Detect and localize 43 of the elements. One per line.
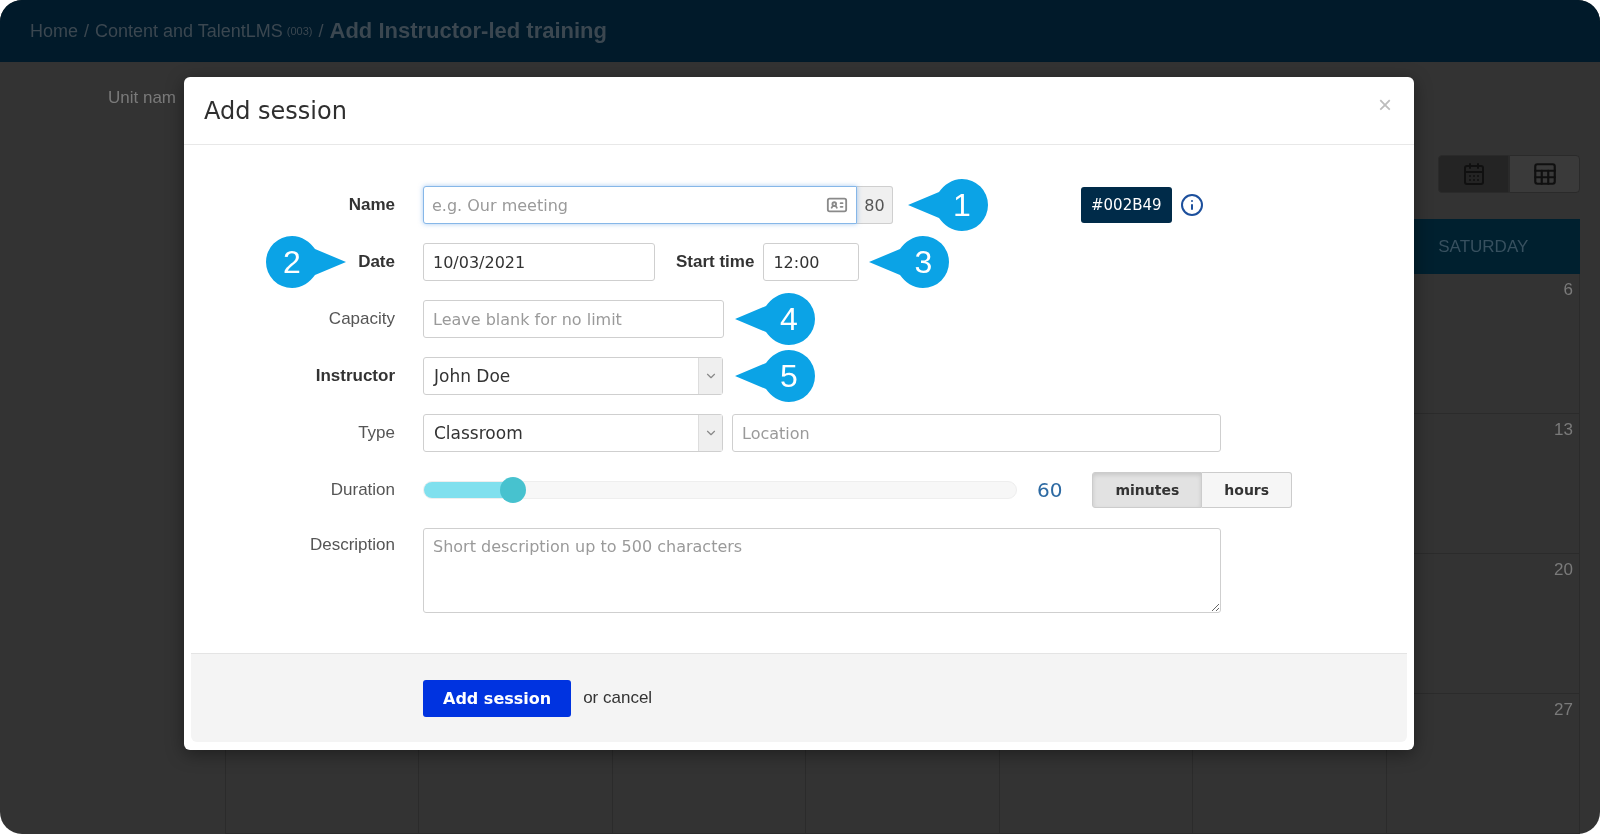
- name-input[interactable]: e.g. Our meeting: [423, 186, 857, 224]
- breadcrumb-note: (003): [286, 25, 313, 37]
- breadcrumb-separator: /: [84, 20, 90, 42]
- color-swatch[interactable]: #002B49: [1081, 187, 1172, 223]
- day-number: 6: [1563, 280, 1573, 301]
- unit-toggle[interactable]: hours: [1202, 472, 1293, 508]
- time-input[interactable]: 12:00: [763, 243, 860, 281]
- page-title: Add Instructor-led training: [329, 18, 607, 44]
- instructor-select[interactable]: John Doe: [423, 357, 723, 395]
- add-session-button[interactable]: Add session: [423, 679, 572, 717]
- cancel-link[interactable]: or cancel: [583, 688, 653, 708]
- location-input[interactable]: Location: [732, 414, 1221, 452]
- slider-thumb[interactable]: [499, 477, 526, 503]
- table-icon: [1531, 161, 1558, 187]
- dialog-title: Add session: [204, 96, 347, 125]
- date-input[interactable]: 10/03/2021: [423, 243, 655, 281]
- field-label: Name: [348, 195, 395, 215]
- unit-name-label: Unit nam: [108, 88, 177, 108]
- field-label: Type: [358, 423, 395, 443]
- day-number: 20: [1554, 560, 1573, 581]
- info-icon[interactable]: [1179, 193, 1204, 217]
- callout-badge: 4: [734, 292, 816, 346]
- unit-toggle[interactable]: minutes: [1092, 472, 1203, 508]
- field-label: Capacity: [328, 309, 395, 329]
- day-number: 13: [1554, 420, 1573, 441]
- table-view-button[interactable]: [1509, 155, 1580, 193]
- callout-badge: 5: [734, 349, 816, 403]
- field-label: Instructor: [315, 366, 395, 386]
- field-label: Date: [358, 252, 395, 272]
- day-number: 27: [1554, 700, 1573, 721]
- field-label: Duration: [330, 480, 395, 500]
- breadcrumb-separator: /: [318, 20, 324, 42]
- character-counter: 80: [857, 186, 893, 224]
- field-label: Start time: [676, 252, 755, 272]
- calendar-view-button[interactable]: [1438, 155, 1509, 193]
- field-label: Description: [309, 535, 395, 555]
- callout-badge: 2: [265, 235, 347, 289]
- duration-value: 60: [1037, 478, 1063, 502]
- description-input[interactable]: Short description up to 500 characters: [423, 528, 1221, 613]
- type-select[interactable]: Classroom: [423, 414, 723, 452]
- callout-badge: 3: [868, 235, 951, 289]
- callout-badge: 1: [907, 178, 989, 232]
- capacity-input[interactable]: Leave blank for no limit: [423, 300, 724, 338]
